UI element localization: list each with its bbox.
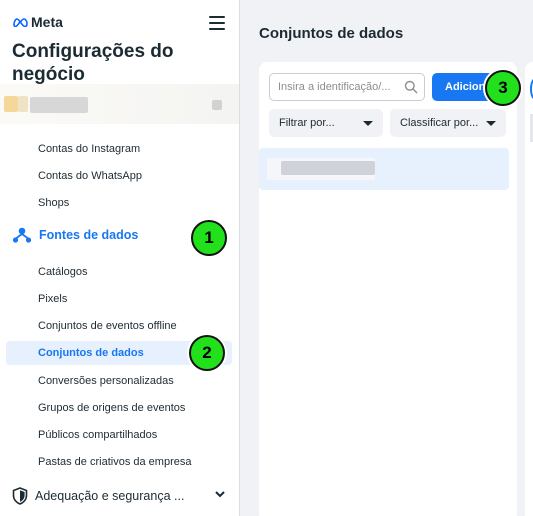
sidebar: Meta Configurações do negócio Contas do … <box>0 0 240 516</box>
sort-label: Classificar por... <box>400 117 479 129</box>
filter-label: Filtrar por... <box>279 117 335 129</box>
sidebar-section-data-sources[interactable]: Fontes de dados <box>12 226 138 244</box>
dataset-list-item[interactable] <box>259 148 509 190</box>
sidebar-item-offline-event-sets[interactable]: Conjuntos de eventos offline <box>6 314 232 338</box>
detail-panel-edge <box>525 62 533 516</box>
annotation-badge-3: 3 <box>485 70 521 106</box>
chevron-down-icon <box>215 491 225 498</box>
account-name-blurred <box>30 97 88 113</box>
meta-logo-icon <box>13 18 28 27</box>
sidebar-item-catalogs[interactable]: Catálogos <box>6 260 232 284</box>
caret-down-icon <box>363 121 373 126</box>
sidebar-item-instagram-accounts[interactable]: Contas do Instagram <box>6 137 232 161</box>
sidebar-section-brand-safety[interactable]: Adequação e segurança ... <box>12 487 225 505</box>
business-account-selector[interactable] <box>0 84 239 124</box>
sort-dropdown[interactable]: Classificar por... <box>390 109 506 137</box>
sidebar-item-shops[interactable]: Shops <box>6 191 232 215</box>
account-avatar <box>4 96 18 112</box>
page-title: Configurações do negócio <box>12 41 174 84</box>
search-icon[interactable] <box>404 80 418 94</box>
filter-dropdown[interactable]: Filtrar por... <box>269 109 383 137</box>
section-label: Fontes de dados <box>39 228 139 242</box>
meta-logo[interactable]: Meta <box>12 14 63 30</box>
sidebar-item-pixels[interactable]: Pixels <box>6 287 232 311</box>
search-input[interactable]: Insira a identificação/... <box>269 73 425 101</box>
main-title: Conjuntos de dados <box>259 25 404 42</box>
sidebar-item-custom-conversions[interactable]: Conversões personalizadas <box>6 369 232 393</box>
sidebar-item-creative-folders[interactable]: Pastas de criativos da empresa <box>6 450 232 474</box>
sidebar-item-shared-audiences[interactable]: Públicos compartilhados <box>6 423 232 447</box>
shield-icon <box>12 487 28 505</box>
hamburger-menu-icon[interactable] <box>209 16 225 30</box>
data-sources-icon <box>12 227 32 243</box>
sidebar-item-whatsapp-accounts[interactable]: Contas do WhatsApp <box>6 164 232 188</box>
caret-down-icon <box>486 121 496 126</box>
account-chevron-blurred <box>212 100 222 110</box>
account-avatar-part <box>18 96 28 112</box>
section-label: Adequação e segurança ... <box>35 489 185 503</box>
logo-text: Meta <box>31 14 63 30</box>
dataset-name-blurred <box>281 161 375 175</box>
annotation-badge-1: 1 <box>191 220 227 256</box>
annotation-badge-2: 2 <box>189 335 225 371</box>
sidebar-item-event-source-groups[interactable]: Grupos de origens de eventos <box>6 396 232 420</box>
